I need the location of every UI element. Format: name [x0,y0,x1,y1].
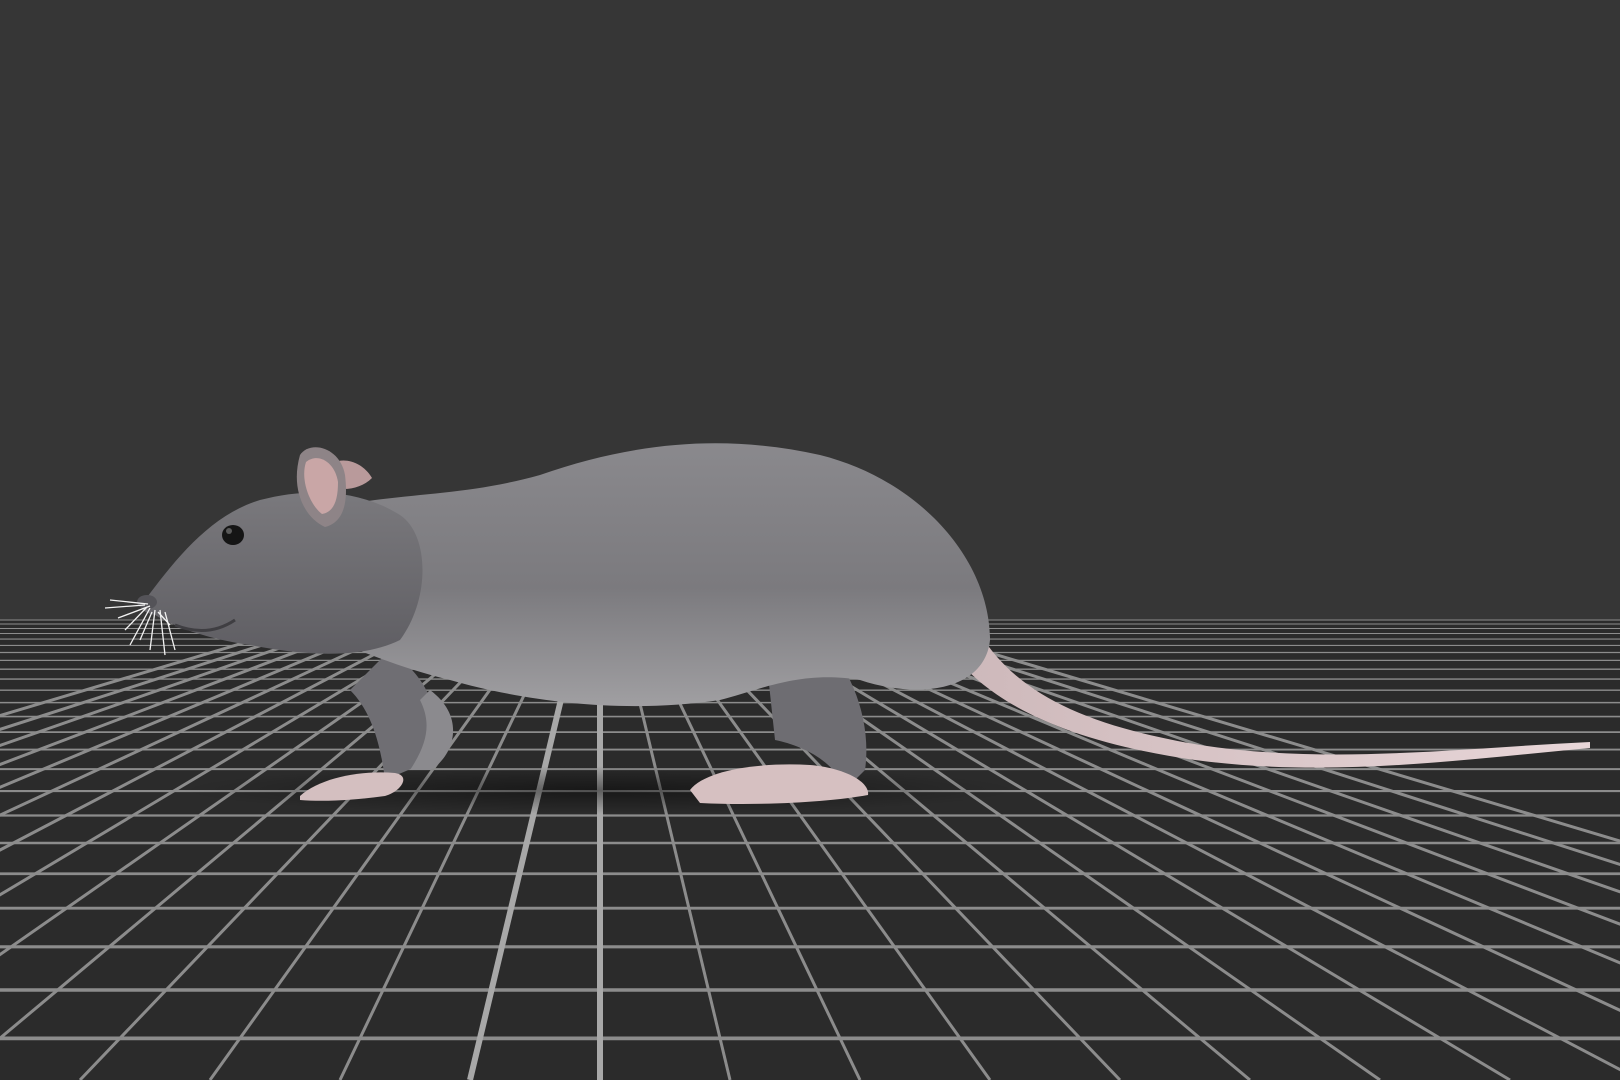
rat-shadow [180,766,1020,814]
rat-eye [222,525,244,545]
scene-canvas [0,0,1620,1080]
rat-eye-highlight [226,528,232,534]
3d-viewport[interactable] [0,0,1620,1080]
